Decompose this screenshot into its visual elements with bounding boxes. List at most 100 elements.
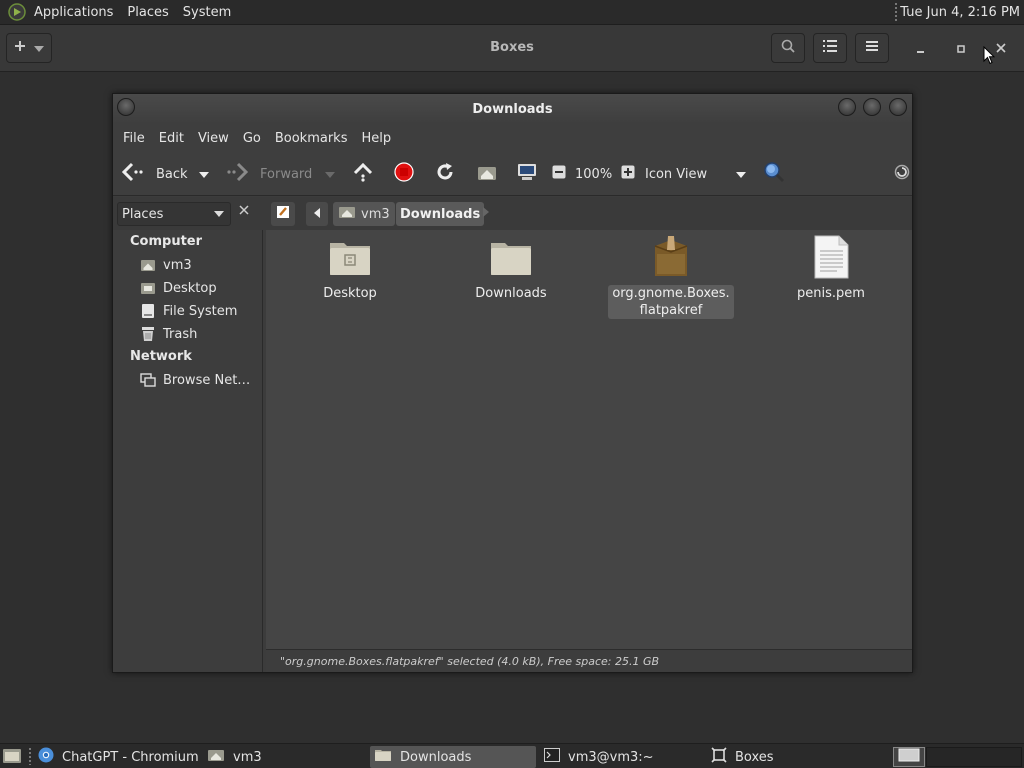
breadcrumb-downloads[interactable]: Downloads [396,202,485,226]
sidebar-item-label: Trash [163,326,198,342]
minimize-icon [917,41,925,57]
mate-logo-icon[interactable] [8,3,26,21]
trash-icon [140,326,156,342]
close-icon [239,203,249,219]
task-label: Downloads [400,749,472,765]
chevron-down-icon [199,167,209,182]
task-boxes[interactable]: Boxes [707,746,877,768]
stop-button[interactable] [394,152,414,196]
toggle-location-entry-button[interactable] [271,202,295,226]
task-vm3[interactable]: vm3 [203,746,366,768]
file-item-flatpakref[interactable]: org.gnome.Boxes. flatpakref [608,235,734,319]
close-window-button[interactable] [889,98,907,116]
workspace-1[interactable] [893,747,925,767]
back-history-dropdown[interactable] [199,152,209,196]
workspace-2[interactable] [926,747,1022,767]
search-button[interactable] [771,33,805,63]
sidebar-item-label: Desktop [163,280,217,296]
menu-edit[interactable]: Edit [152,131,191,146]
hard-drive-icon [140,303,156,319]
sidebar: Computer vm3 Desktop File System Trash N… [113,230,263,672]
menu-go[interactable]: Go [236,131,268,146]
close-sidebar-button[interactable] [235,203,253,223]
menu-file[interactable]: File [116,131,152,146]
sidebar-type-select[interactable]: Places [117,202,231,226]
maximize-window-button[interactable] [863,98,881,116]
view-mode-label: Icon View [645,166,708,182]
menu-help[interactable]: Help [354,131,398,146]
view-mode-select[interactable]: Icon View [645,152,707,196]
reload-icon [435,162,455,186]
up-button[interactable] [353,152,373,196]
clock[interactable]: Tue Jun 4, 2:16 PM [900,0,1020,25]
desktop-folder-icon [327,235,373,279]
file-item-downloads[interactable]: Downloads [451,235,571,302]
zoom-out-icon[interactable] [552,165,566,183]
minimize-window-button[interactable] [838,98,856,116]
breadcrumb-label: Downloads [400,206,481,222]
list-view-button[interactable] [813,33,847,63]
workspace-window-icon [898,748,920,766]
new-box-button[interactable] [6,33,52,63]
forward-label: Forward [260,166,313,182]
panel-separator [29,748,31,765]
search-button[interactable] [763,152,785,196]
network-icon [140,372,156,388]
window-titlebar[interactable]: Downloads [113,94,912,124]
computer-button[interactable] [516,152,538,196]
sidebar-item-label: vm3 [163,257,192,273]
maximize-button[interactable] [951,39,971,59]
boxes-icon [711,747,727,767]
minimize-button[interactable] [911,39,931,59]
location-bar: Places vm3 Downloads [113,197,912,230]
forward-button[interactable]: Forward [226,152,312,196]
home-button[interactable] [476,152,498,196]
task-terminal[interactable]: vm3@vm3:~ [540,746,703,768]
forward-history-dropdown[interactable] [325,152,335,196]
breadcrumb-vm3[interactable]: vm3 [333,202,395,226]
breadcrumb-scroll-right[interactable] [483,207,489,217]
reload-button[interactable] [435,152,455,196]
terminal-icon [544,748,560,766]
system-menu[interactable]: System [176,0,238,25]
applications-menu[interactable]: Applications [27,0,120,25]
window-title: Downloads [472,101,553,117]
text-document-icon [808,235,854,279]
sidebar-item-vm3[interactable]: vm3 [140,255,192,275]
task-label: ChatGPT - Chromium [62,749,199,765]
boxes-headerbar: Boxes [0,25,1024,72]
file-manager-window: Downloads File Edit View Go Bookmarks He… [112,93,913,673]
chevron-down-icon [214,211,224,217]
view-mode-dropdown[interactable] [736,152,746,196]
chevron-down-icon [736,167,746,182]
zoom-control[interactable]: 100% [552,152,635,196]
menu-bookmarks[interactable]: Bookmarks [268,131,355,146]
places-menu[interactable]: Places [120,0,175,25]
search-icon [781,39,795,57]
task-downloads[interactable]: Downloads [370,746,536,768]
sidebar-heading-network: Network [130,349,192,364]
file-name: Downloads [475,286,547,301]
chevron-left-icon [314,207,320,222]
status-bar: "org.gnome.Boxes.flatpakref" selected (4… [266,649,912,672]
window-menu-button[interactable] [117,98,135,116]
edit-icon [276,205,290,223]
spinner-icon [894,164,910,184]
task-chromium[interactable]: ChatGPT - Chromium [34,746,200,768]
main-menu-button[interactable] [855,33,889,63]
file-view[interactable]: Desktop Downloads org.gnome.Boxes. flatp… [266,230,912,649]
activity-spinner [894,152,910,196]
sidebar-item-browse-network[interactable]: Browse Net… [140,370,250,390]
back-button[interactable]: Back [121,152,188,196]
show-desktop-button[interactable] [2,746,22,768]
file-name-line2: flatpakref [639,303,703,318]
sidebar-item-file-system[interactable]: File System [140,301,237,321]
file-item-desktop[interactable]: Desktop [290,235,410,302]
zoom-in-icon[interactable] [621,165,635,183]
breadcrumb-scroll-left[interactable] [306,202,328,226]
file-item-penis-pem[interactable]: penis.pem [771,235,891,302]
sidebar-item-desktop[interactable]: Desktop [140,278,217,298]
menu-view[interactable]: View [191,131,236,146]
top-panel: Applications Places System Tue Jun 4, 2:… [0,0,1024,25]
sidebar-item-trash[interactable]: Trash [140,324,197,344]
